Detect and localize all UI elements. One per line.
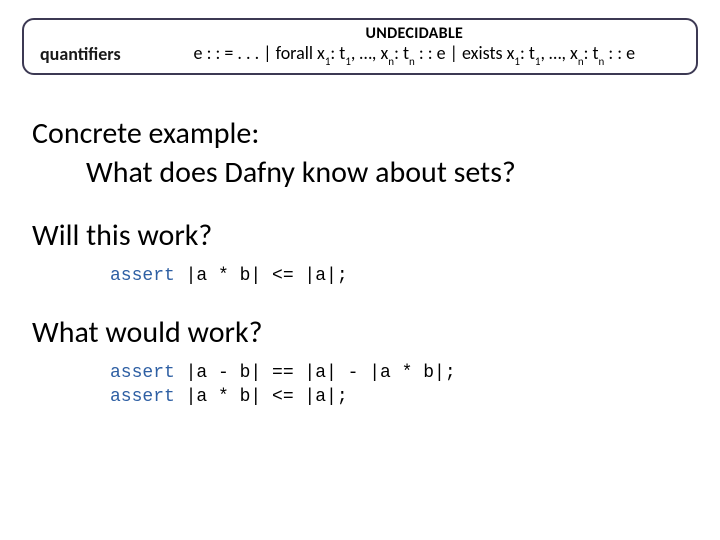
assert-keyword: assert	[110, 363, 175, 383]
heading-will-work: Will this work?	[32, 217, 688, 254]
header-right: UNDECIDABLE e : : = . . . | forall x1: t…	[149, 24, 680, 67]
header-grammar: e : : = . . . | forall x1: t1, …, xn: tn…	[149, 43, 680, 67]
code-block-2: assert |a - b| == |a| - |a * b|; assert …	[110, 361, 688, 410]
heading-sets-question: What does Dafny know about sets?	[86, 154, 688, 191]
code-block-1: assert |a * b| <= |a|;	[110, 264, 688, 288]
header-title: UNDECIDABLE	[149, 24, 680, 43]
slide: quantifiers UNDECIDABLE e : : = . . . | …	[0, 0, 720, 540]
header-box: quantifiers UNDECIDABLE e : : = . . . | …	[22, 18, 698, 75]
heading-would-work: What would work?	[32, 314, 688, 351]
code-text: |a - b| == |a| - |a * b|;	[175, 363, 456, 383]
code-text: |a * b| <= |a|;	[175, 266, 348, 286]
assert-keyword: assert	[110, 387, 175, 407]
code-text: |a * b| <= |a|;	[175, 387, 348, 407]
slide-body: Concrete example: What does Dafny know a…	[22, 75, 698, 410]
assert-keyword: assert	[110, 266, 175, 286]
header-label: quantifiers	[40, 43, 121, 67]
heading-concrete: Concrete example:	[32, 115, 688, 152]
